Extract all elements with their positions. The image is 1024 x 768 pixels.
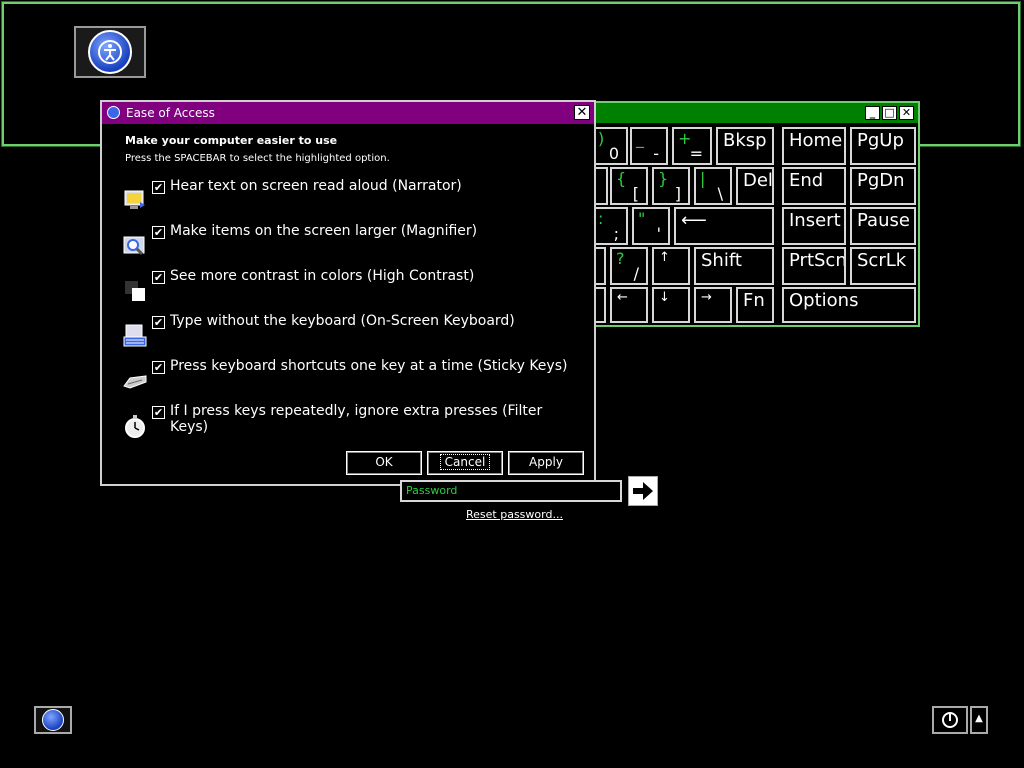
filter-keys-checkbox[interactable]: ✔ [152,406,165,419]
on-screen-keyboard-window: _ □ ✕ ) 0 _ - + = Bksp Home PgUp { [ } ]… [590,101,920,327]
high-contrast-icon [125,281,145,301]
key-up-arrow[interactable]: ↑ [652,247,690,285]
key-pgdn[interactable]: PgDn [850,167,916,205]
password-placeholder: Password [406,484,458,497]
close-button[interactable]: ✕ [899,106,914,120]
key-down-arrow[interactable]: ↓ [652,287,690,323]
key-colon[interactable]: : ; [592,207,628,245]
arrow-right-icon [633,482,653,500]
dialog-title: Ease of Access [126,106,215,120]
key-prtscn[interactable]: PrtScn [782,247,846,285]
key-slash[interactable]: ? / [610,247,648,285]
power-icon [942,712,958,728]
narrator-icon [124,190,145,209]
dialog-heading: Make your computer easier to use [125,134,338,147]
option-sticky-keys[interactable]: ✔ Press keyboard shortcuts one key at a … [120,358,580,398]
ease-of-access-icon [42,709,64,731]
option-high-contrast[interactable]: ✔ See more contrast in colors (High Cont… [120,268,580,308]
ease-of-access-dialog: Ease of Access ✕ Make your computer easi… [100,100,596,486]
high-contrast-label: See more contrast in colors (High Contra… [170,268,475,284]
submit-arrow-button[interactable] [628,476,658,506]
option-magnifier[interactable]: ✔ Make items on the screen larger (Magni… [120,223,580,263]
key-end[interactable]: End [782,167,846,205]
key-delete[interactable]: Del [736,167,774,205]
key-minus[interactable]: _ - [630,127,668,165]
key-left-brace[interactable]: { [ [610,167,648,205]
key-left-arrow[interactable]: ← [610,287,648,323]
key-enter[interactable]: ⟵ [674,207,774,245]
dialog-title-bar[interactable]: Ease of Access ✕ [102,102,594,124]
narrator-label: Hear text on screen read aloud (Narrator… [170,178,462,194]
cancel-button[interactable]: Cancel [426,450,504,476]
close-button[interactable]: ✕ [574,105,590,120]
key-pipe[interactable]: | \ [694,167,732,205]
filter-keys-icon [125,415,145,438]
magnifier-icon [123,236,145,256]
magnifier-checkbox[interactable]: ✔ [152,226,165,239]
key-quote[interactable]: " ' [632,207,670,245]
filter-keys-label: If I press keys repeatedly, ignore extra… [170,403,543,435]
key-right-arrow[interactable]: → [694,287,732,323]
key-plus[interactable]: + = [672,127,712,165]
key-fn[interactable]: Fn [736,287,774,323]
option-narrator[interactable]: ✔ Hear text on screen read aloud (Narrat… [120,178,580,218]
key-pgup[interactable]: PgUp [850,127,916,165]
maximize-button[interactable]: □ [882,106,897,120]
reset-password-link[interactable]: Reset password... [466,508,563,521]
key-home[interactable]: Home [782,127,846,165]
ok-button[interactable]: OK [345,450,423,476]
high-contrast-checkbox[interactable]: ✔ [152,271,165,284]
on-screen-keyboard-label: Type without the keyboard (On-Screen Key… [170,313,515,329]
ease-of-access-button[interactable] [34,706,72,734]
on-screen-keyboard-checkbox[interactable]: ✔ [152,316,165,329]
ease-of-access-icon [107,106,120,119]
keyboard-title-bar[interactable]: _ □ ✕ [592,103,918,123]
key-backspace[interactable]: Bksp [716,127,774,165]
key-insert[interactable]: Insert [782,207,846,245]
minimize-button[interactable]: _ [865,106,880,120]
narrator-checkbox[interactable]: ✔ [152,181,165,194]
user-tile[interactable] [74,26,146,78]
sticky-keys-label: Press keyboard shortcuts one key at a ti… [170,358,568,374]
key-scrlk[interactable]: ScrLk [850,247,916,285]
sticky-keys-checkbox[interactable]: ✔ [152,361,165,374]
on-screen-keyboard-icon [123,324,147,347]
key-shift[interactable]: Shift [694,247,774,285]
ease-of-access-icon [88,30,132,74]
key-pause[interactable]: Pause [850,207,916,245]
magnifier-label: Make items on the screen larger (Magnifi… [170,223,478,239]
chevron-up-icon: ▲ [975,713,983,724]
key-right-brace[interactable]: } ] [652,167,690,205]
dialog-instructions: Press the SPACEBAR to select the highlig… [125,153,390,164]
key-options[interactable]: Options [782,287,916,323]
option-on-screen-keyboard[interactable]: ✔ Type without the keyboard (On-Screen K… [120,313,580,353]
key-0[interactable]: ) 0 [592,127,628,165]
sticky-keys-icon [123,375,147,389]
option-filter-keys[interactable]: ✔ If I press keys repeatedly, ignore ext… [120,403,580,443]
power-button[interactable] [932,706,968,734]
apply-button[interactable]: Apply [507,450,585,476]
password-field[interactable]: Password [400,480,622,502]
shutdown-options-button[interactable]: ▲ [970,706,988,734]
